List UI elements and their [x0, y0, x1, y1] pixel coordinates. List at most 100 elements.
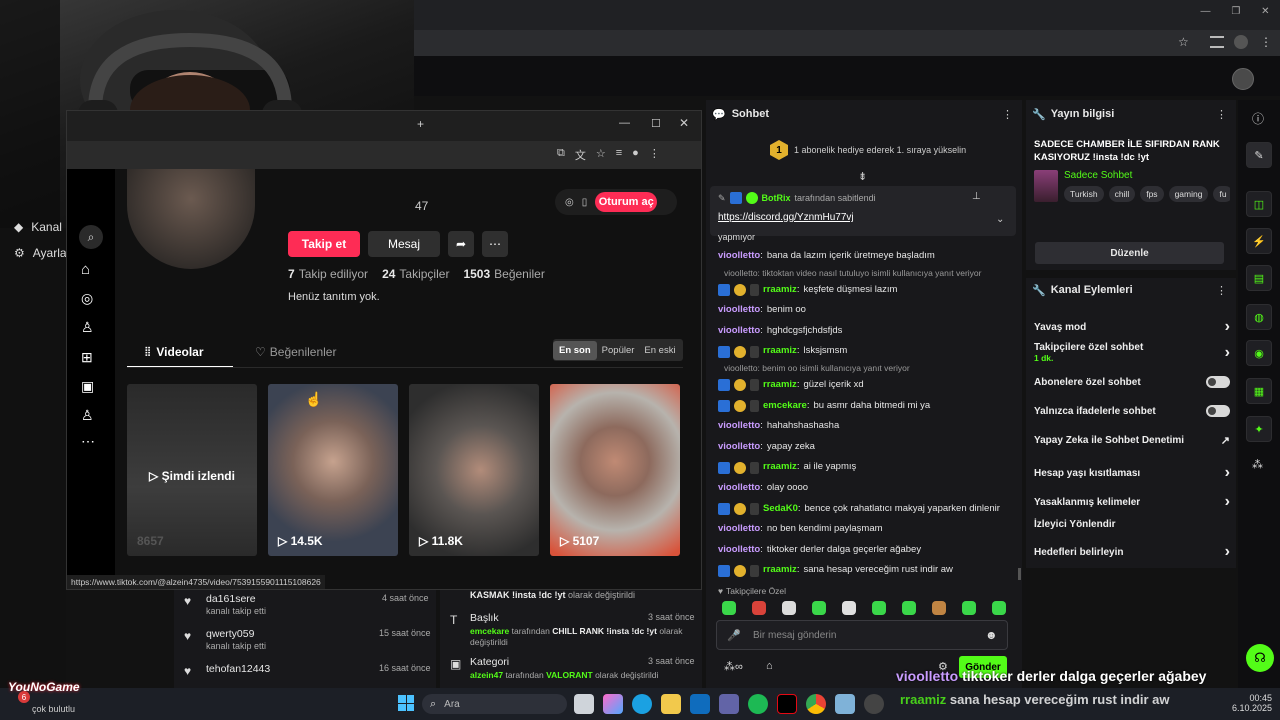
copilot-icon[interactable] — [603, 694, 623, 714]
sort-oldest[interactable]: En eski — [639, 341, 680, 360]
channel-action-row[interactable]: Abonelere özel sohbet — [1034, 376, 1230, 388]
share-icon[interactable]: ➦ — [448, 231, 474, 257]
profile-nav-icon[interactable]: ♙ — [81, 407, 94, 424]
edit-tool-icon[interactable]: ✎ — [1246, 142, 1272, 168]
video-thumb-3[interactable]: ▷ 11.8K — [409, 384, 539, 556]
support-headset-icon[interactable]: ☊ — [1246, 644, 1274, 672]
compass-icon[interactable]: ◎ — [565, 197, 574, 208]
emote-5[interactable] — [842, 601, 856, 615]
emote-3[interactable] — [782, 601, 796, 615]
tag-5[interactable]: fu — [1213, 186, 1230, 202]
device-icon[interactable]: ▯ — [582, 197, 588, 208]
nav-item-settings[interactable]: ⚙ Ayarlar — [14, 246, 71, 260]
edit-button[interactable]: Düzenle — [1035, 242, 1224, 264]
chat-input[interactable]: 🎤 Bir mesaj gönderin ☻ — [716, 620, 1008, 650]
chat-username[interactable]: rraamiz — [763, 457, 797, 478]
install-icon[interactable]: ⧉ — [557, 147, 565, 163]
home-icon[interactable]: ⌂ — [81, 261, 90, 278]
channel-action-row[interactable]: İzleyici Yönlendir — [1034, 519, 1230, 530]
login-button[interactable]: Oturum aç — [595, 192, 658, 212]
wrench-tool-icon[interactable]: ✦ — [1246, 416, 1272, 442]
unpin-icon[interactable]: ⊥ — [972, 191, 981, 202]
toggle-switch[interactable] — [1206, 376, 1230, 388]
following-icon[interactable]: ♙ — [81, 319, 94, 336]
tag-1[interactable]: Turkish — [1064, 186, 1104, 202]
emote-4[interactable] — [812, 601, 826, 615]
channel-action-row[interactable]: Takipçilere özel sohbet 1 dk. › — [1034, 342, 1230, 363]
more-nav-icon[interactable]: ⋯ — [81, 433, 95, 450]
teams-icon[interactable] — [719, 694, 739, 714]
chat-scrollbar[interactable] — [1018, 568, 1021, 580]
emote-1[interactable] — [722, 601, 736, 615]
live-icon[interactable]: ▣ — [81, 378, 94, 395]
clock[interactable]: 00:45 6.10.2025 — [1222, 693, 1272, 713]
taskbar-search[interactable]: ⌕ Ara — [422, 694, 567, 714]
tt-maximize-button[interactable]: ☐ — [651, 117, 661, 130]
restore-button[interactable]: ❐ — [1231, 6, 1240, 24]
tag-3[interactable]: fps — [1140, 186, 1164, 202]
channel-action-row[interactable]: Hesap yaşı kısıtlaması › — [1034, 464, 1230, 482]
chat-username[interactable]: rraamiz — [763, 280, 797, 301]
emote-8[interactable] — [932, 601, 946, 615]
pinned-link[interactable]: https://discord.gg/YznmHu77vj — [718, 212, 854, 223]
edge-icon[interactable] — [632, 694, 652, 714]
message-tool-icon[interactable]: ◍ — [1246, 304, 1272, 330]
windows-start-icon[interactable] — [398, 695, 414, 711]
chat-username[interactable]: vioolletto — [718, 519, 760, 540]
chat-username[interactable]: vioolletto — [718, 300, 760, 321]
lightning-icon[interactable]: ⚡ — [1246, 228, 1272, 254]
broadcast-icon[interactable]: ◉ — [1246, 340, 1272, 366]
channel-action-row[interactable]: Yalnızca ifadelerle sohbet — [1034, 405, 1230, 417]
obs-icon[interactable] — [864, 694, 884, 714]
tab-videos[interactable]: ⦙⦙ Videolar — [145, 345, 204, 360]
video-thumb-4[interactable]: ▷ 5107 — [550, 384, 680, 556]
chat-username[interactable]: vioolletto — [718, 246, 760, 267]
star-icon[interactable]: ☆ — [596, 147, 606, 163]
layout-icon[interactable]: ▦ — [1246, 378, 1272, 404]
emote-6[interactable] — [872, 601, 886, 615]
video-thumb-2[interactable]: ▷ 14.5K — [268, 384, 398, 556]
points-icon[interactable]: ⁂∞ — [724, 660, 743, 673]
follow-button[interactable]: Takip et — [288, 231, 360, 257]
clipboard-icon[interactable]: ▤ — [1246, 265, 1272, 291]
chat-username[interactable]: vioolletto — [718, 321, 760, 342]
emoji-icon[interactable]: ☻ — [985, 628, 998, 642]
message-button[interactable]: Mesaj — [368, 231, 440, 257]
stream-info-menu-icon[interactable]: ⋮ — [1216, 108, 1227, 121]
explore-icon[interactable]: ◎ — [81, 290, 93, 307]
channel-action-row[interactable]: Yavaş mod › — [1034, 318, 1230, 336]
video-thumb-1[interactable]: ▷ Şimdi izlendi 8657 — [127, 384, 257, 556]
tag-4[interactable]: gaming — [1168, 186, 1209, 202]
bookmark-star-icon[interactable]: ☆ — [1178, 35, 1189, 49]
file-explorer-icon[interactable] — [661, 694, 681, 714]
chat-username[interactable]: emcekare — [763, 396, 807, 417]
chat-username[interactable]: rraamiz — [763, 375, 797, 396]
menu-dots-icon[interactable]: ⋮ — [1260, 35, 1272, 49]
emote-10[interactable] — [992, 601, 1006, 615]
apps-icon[interactable]: ⁂ — [1252, 458, 1263, 471]
chat-username[interactable]: vioolletto — [718, 540, 760, 561]
sort-latest[interactable]: En son — [553, 340, 597, 360]
netflix-icon[interactable] — [777, 694, 797, 714]
profile-avatar-icon[interactable] — [1234, 35, 1248, 49]
stream-category[interactable]: Sadece Sohbet — [1064, 170, 1132, 181]
nav-item-channel[interactable]: ◆ Kanal — [14, 220, 62, 234]
chat-username[interactable]: vioolletto — [718, 478, 760, 499]
store-icon[interactable]: ⌂ — [766, 660, 773, 672]
upload-icon[interactable]: ⊞ — [81, 349, 93, 366]
chat-username[interactable]: SedaK0 — [763, 499, 798, 520]
mic-icon[interactable]: 🎤 — [727, 629, 741, 642]
task-view-icon[interactable] — [574, 694, 594, 714]
chat-menu-icon[interactable]: ⋮ — [1002, 108, 1013, 121]
scroll-pinned-icon[interactable]: ⇟ — [858, 170, 867, 183]
tt-close-button[interactable]: ✕ — [679, 116, 689, 130]
tt-minimize-button[interactable]: — — [619, 117, 630, 129]
emote-7[interactable] — [902, 601, 916, 615]
search-icon[interactable]: ⌕ — [79, 225, 103, 249]
chevron-down-icon[interactable]: ⌄ — [996, 214, 1004, 225]
chat-username[interactable]: vioolletto — [718, 437, 760, 458]
tag-2[interactable]: chill — [1108, 186, 1136, 202]
app-icon-gear[interactable] — [835, 694, 855, 714]
info-icon[interactable]: ⓘ — [1252, 110, 1264, 127]
more-icon[interactable]: ⋮ — [649, 147, 660, 163]
